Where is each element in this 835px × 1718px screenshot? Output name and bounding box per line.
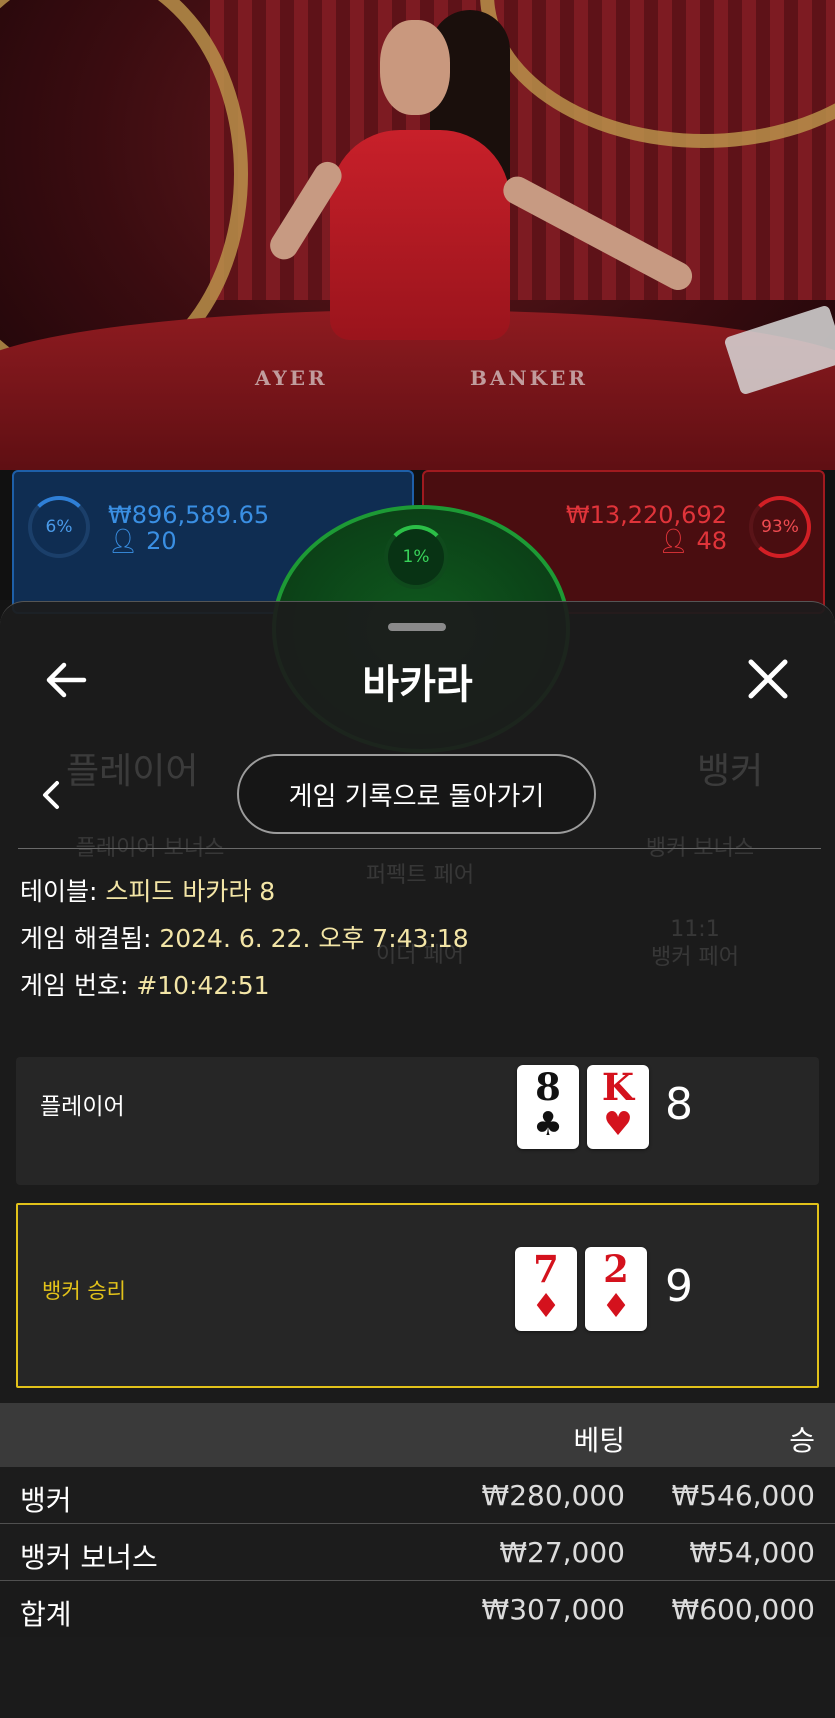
player-result-row: 플레이어 8 ♣ K ♥ 8 [16,1057,819,1185]
player-count: 20 [146,527,177,555]
info-number-key: 게임 번호: [20,971,129,1000]
chevron-left-icon[interactable] [40,780,62,810]
table-row: 뱅커 보너스 ₩27,000 ₩54,000 [0,1524,835,1581]
club-icon: ♣ [533,1104,563,1143]
column-header-bet: 베팅 [573,1424,625,1457]
info-table-key: 테이블: [20,877,98,906]
banker-amount: ₩13,220,692 [565,501,727,529]
divider [18,848,821,849]
card-rank: 7 [533,1247,559,1291]
total-win-amount: ₩600,000 [671,1593,815,1626]
table-label-player: AYER [255,366,328,390]
total-bet-amount: ₩307,000 [481,1593,625,1626]
card-rank: 8 [535,1065,561,1109]
table-label-banker: BANKER [470,366,588,390]
ghost-tab-player: 플레이어 [66,751,199,792]
info-resolved-value: 2024. 6. 22. 오후 7:43:18 [159,924,469,953]
ghost-tab-banker: 뱅커 [697,751,764,792]
playing-card: K ♥ [587,1065,649,1149]
info-number-value: #10:42:51 [136,971,270,1000]
person-icon: 👤︎ [658,527,689,555]
info-game-number: 게임 번호: #10:42:51 [20,966,270,1002]
banker-percent-ring: 93% [749,496,811,558]
heart-icon: ♥ [603,1104,633,1143]
page-title: 바카라 [362,662,473,708]
banker-score: 9 [665,1261,693,1312]
ghost-side-bet: 뱅커 페어 [651,945,739,970]
bets-table-header: 베팅 승 [0,1403,835,1467]
back-to-history-button[interactable]: 게임 기록으로 돌아가기 [237,754,596,834]
table-row: 뱅커 ₩280,000 ₩546,000 [0,1467,835,1524]
ghost-side-bet: 11:1 [670,917,720,942]
table-row-total: 합계 ₩307,000 ₩600,000 [0,1581,835,1637]
dealer-head [380,20,450,115]
card-rank: K [601,1065,635,1109]
dealer [330,130,510,340]
info-resolved-key: 게임 해결됨: [20,924,152,953]
banker-win-label: 뱅커 승리 [42,1279,126,1303]
playing-card: 7 ♦ [515,1247,577,1331]
banker-total-amount: ₩13,220,692 👤︎ 48 [566,502,727,554]
diamond-icon: ♦ [601,1286,631,1325]
player-amount: ₩896,589.65 [108,501,270,529]
bet-name: 뱅커 [20,1484,72,1517]
live-video-feed: AYER BANKER [0,0,835,470]
player-label: 플레이어 [40,1094,125,1120]
diamond-icon: ♦ [531,1286,561,1325]
win-amount: ₩54,000 [689,1536,815,1569]
player-percent-ring: 6% [28,496,90,558]
info-resolved: 게임 해결됨: 2024. 6. 22. 오후 7:43:18 [20,919,469,955]
bet-name: 뱅커 보너스 [20,1541,158,1574]
tie-percent-ring: 1% [384,525,448,589]
bet-amount: ₩27,000 [499,1536,625,1569]
person-icon: 👤︎ [108,527,139,555]
playing-card: 8 ♣ [517,1065,579,1149]
player-total-amount: ₩896,589.65 👤︎ 20 [108,502,269,554]
close-icon[interactable] [746,657,790,701]
ghost-side-bet: 퍼펙트 페어 [365,863,475,888]
drag-handle[interactable] [388,623,446,631]
info-table: 테이블: 스피드 바카라 8 [20,872,275,908]
player-score: 8 [665,1079,693,1130]
bet-amount: ₩280,000 [481,1479,625,1512]
ghost-side-bet: 뱅커 보너스 [645,836,755,861]
column-header-win: 승 [789,1424,815,1457]
info-table-value: 스피드 바카라 8 [105,877,276,906]
playing-card: 2 ♦ [585,1247,647,1331]
total-label: 합계 [20,1598,72,1631]
banker-count: 48 [696,527,727,555]
win-amount: ₩546,000 [671,1479,815,1512]
ghost-side-bet: 플레이어 보너스 [75,836,225,861]
banker-result-row: 뱅커 승리 7 ♦ 2 ♦ 9 [16,1203,819,1388]
card-rank: 2 [603,1247,629,1291]
